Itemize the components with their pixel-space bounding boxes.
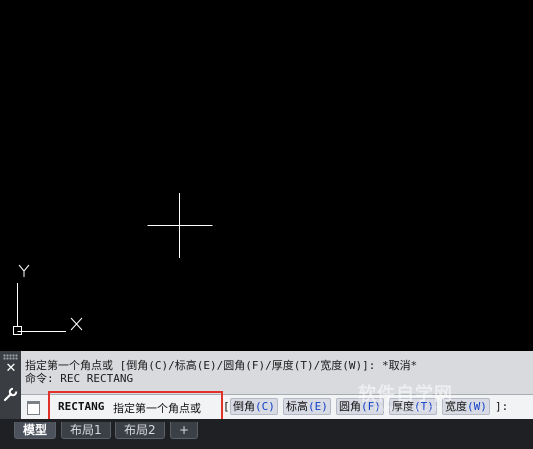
option-chamfer[interactable]: 倒角(C) xyxy=(230,398,278,415)
history-line: 指定第一个角点或 [倒角(C)/标高(E)/圆角(F)/厚度(T)/宽度(W)]… xyxy=(25,359,418,372)
close-icon[interactable]: ✕ xyxy=(4,362,18,376)
wrench-icon[interactable] xyxy=(3,387,18,402)
option-elevation[interactable]: 标高(E) xyxy=(283,398,331,415)
watermark-url: www.rjzxw.com xyxy=(374,404,443,414)
drawing-canvas[interactable] xyxy=(0,0,533,351)
watermark-text: 软件自学网 xyxy=(358,384,453,405)
canvas-graphics xyxy=(13,193,213,335)
command-line-sidebar: ✕ xyxy=(0,351,21,419)
tab-layout1[interactable]: 布局1 xyxy=(61,422,111,439)
command-window-icon[interactable] xyxy=(27,401,40,415)
options-open-bracket: [ xyxy=(223,400,230,413)
ucs-icon xyxy=(13,264,83,335)
tab-layout2[interactable]: 布局2 xyxy=(115,422,165,439)
tab-model[interactable]: 模型 xyxy=(14,422,57,439)
crosshair-cursor xyxy=(147,193,213,258)
layout-tab-bar: 模型 布局1 布局2 + xyxy=(0,419,533,449)
drag-grip-icon[interactable] xyxy=(3,354,18,360)
add-layout-tab[interactable]: + xyxy=(170,422,199,439)
